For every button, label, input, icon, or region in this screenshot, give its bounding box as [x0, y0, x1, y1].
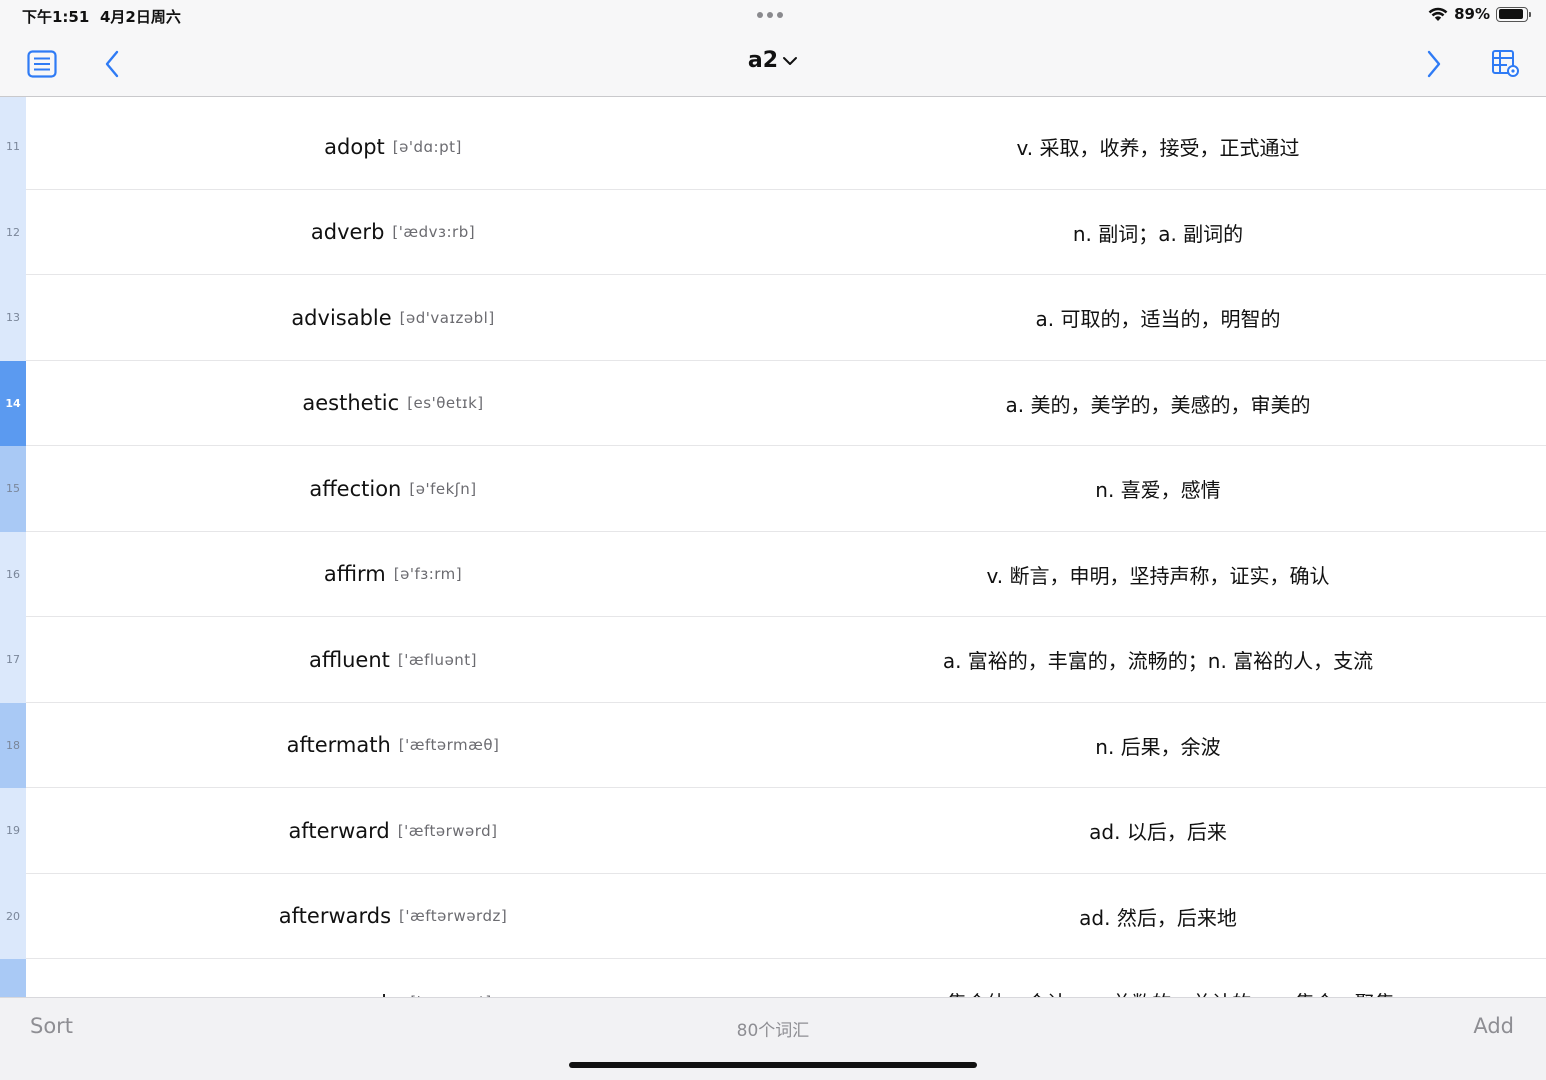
- phonetic-text: ['æfluənt]: [397, 650, 478, 669]
- word-cell[interactable]: aesthetic [es'θetɪk]: [26, 361, 760, 447]
- phonetic-text: [ə'fekʃn]: [409, 479, 477, 498]
- row-gutter: [0, 97, 26, 104]
- table-row[interactable]: 15 affection [ə'fekʃn] n. 喜爱，感情: [0, 446, 1546, 532]
- row-number: 15: [6, 482, 20, 496]
- definition-cell[interactable]: a. 富裕的，丰富的，流畅的；n. 富裕的人，支流: [770, 617, 1546, 703]
- status-date: 4月2日周六: [100, 8, 181, 26]
- definition-cell[interactable]: v. 采取，收养，接受，正式通过: [770, 104, 1546, 190]
- row-number: 19: [6, 824, 20, 838]
- bottom-toolbar: Sort 80个词汇 Add: [0, 997, 1546, 1080]
- word-count: 80个词汇: [736, 1021, 810, 1041]
- word-cell[interactable]: aftermath ['æftərmæθ]: [26, 703, 760, 789]
- row-number: 21: [0, 959, 26, 997]
- phonetic-text: ['æftərwərd]: [397, 821, 498, 840]
- nav-bar: a2: [0, 30, 1546, 97]
- multitasking-dots-icon[interactable]: [757, 8, 789, 22]
- phonetic-text: ['æftərwərdz]: [399, 907, 508, 926]
- phonetic-text: [əd'vaɪzəbl]: [399, 308, 495, 327]
- word-cell[interactable]: affluent ['æfluənt]: [26, 617, 760, 703]
- word-text: afterward: [288, 818, 390, 843]
- word-text: afterwards: [278, 904, 392, 929]
- status-time: 下午1:51: [22, 8, 90, 26]
- phonetic-text: [es'θetɪk]: [407, 394, 484, 413]
- word-cell[interactable]: affection [ə'fekʃn]: [26, 446, 760, 532]
- row-number: 12: [6, 225, 20, 239]
- battery-level: [1498, 9, 1523, 19]
- row-number: 20: [6, 909, 20, 923]
- word-cell[interactable]: afterward ['æftərwərd]: [26, 788, 760, 874]
- definition-cell[interactable]: n. 后果，余波: [770, 703, 1546, 789]
- row-number: 16: [6, 567, 20, 581]
- word-text: affection: [309, 476, 402, 501]
- row-number: 17: [6, 653, 20, 667]
- table-settings-icon: [1492, 50, 1519, 77]
- definition-cell[interactable]: n. 副词；a. 副词的: [770, 190, 1546, 276]
- word-cell[interactable]: aggregate['æɡrɪɡət]: [26, 959, 760, 997]
- word-cell[interactable]: adopt [ə'dɑ:pt]: [26, 104, 760, 190]
- table-row[interactable]: 13 advisable [əd'vaɪzəbl] a. 可取的，适当的，明智的: [0, 275, 1546, 361]
- table-row[interactable]: 19 afterward ['æftərwərd] ad. 以后，后来: [0, 788, 1546, 874]
- word-text: aggregate: [294, 990, 402, 997]
- word-text: aftermath: [286, 733, 391, 758]
- word-text: advisable: [291, 305, 392, 330]
- table-row[interactable]: 17 affluent ['æfluənt] a. 富裕的，丰富的，流畅的；n. 富裕…: [0, 617, 1546, 703]
- phonetic-text: [ə'dɑ:pt]: [392, 137, 462, 156]
- table-row[interactable]: 12 adverb ['ædvɜ:rb] n. 副词；a. 副词的: [0, 189, 1546, 276]
- forward-chevron-icon: [1427, 50, 1441, 78]
- table-settings-button[interactable]: [1486, 44, 1526, 84]
- definition-cell[interactable]: v. 断言，申明，坚持声称，证实，确认: [770, 532, 1546, 618]
- chevron-down-icon: [783, 57, 798, 65]
- table-row[interactable]: 16 affirm [ə'fɜ:rm] v. 断言，申明，坚持声称，证实，确认: [0, 531, 1546, 618]
- word-text: affirm: [323, 562, 386, 587]
- table-row[interactable]: 14 aesthetic [es'θetɪk] a. 美的，美学的，美感的，审美的: [0, 360, 1546, 447]
- word-cell[interactable]: affirm [ə'fɜ:rm]: [26, 532, 760, 618]
- battery-percent: 89%: [1454, 5, 1490, 23]
- status-right: 89%: [1428, 5, 1531, 23]
- add-button[interactable]: Add: [1473, 1014, 1514, 1038]
- home-indicator[interactable]: [569, 1062, 977, 1068]
- word-cell[interactable]: afterwards ['æftərwərdz]: [26, 874, 760, 960]
- row-number: 18: [6, 738, 20, 752]
- definition-cell[interactable]: a. 美的，美学的，美感的，审美的: [770, 361, 1546, 447]
- definition-cell[interactable]: ad. 以后，后来: [770, 788, 1546, 874]
- row-number: 14: [5, 396, 21, 410]
- sheet-title-dropdown[interactable]: a2: [0, 48, 1546, 73]
- word-text: adverb: [310, 220, 385, 245]
- battery-icon: [1496, 6, 1531, 22]
- phonetic-text: ['ædvɜ:rb]: [392, 223, 476, 242]
- word-table[interactable]: 11 adopt [ə'dɑ:pt] v. 采取，收养，接受，正式通过 12 adverb…: [0, 97, 1546, 997]
- table-row[interactable]: 18 aftermath ['æftərmæθ] n. 后果，余波: [0, 702, 1546, 789]
- word-text: affluent: [308, 647, 390, 672]
- definition-cell[interactable]: n. 集合体，合计；a. 总数的，总计的；v. 集合，聚集: [770, 959, 1546, 997]
- page-title: a2: [747, 48, 779, 73]
- definition-cell[interactable]: ad. 然后，后来地: [770, 874, 1546, 960]
- row-number: 11: [6, 140, 20, 154]
- word-text: adopt: [324, 134, 385, 159]
- phonetic-text: [ə'fɜ:rm]: [393, 565, 463, 584]
- forward-button[interactable]: [1414, 44, 1454, 84]
- table-row[interactable]: 21aggregate['æɡrɪɡət] n. 集合体，合计；a. 总数的，总计…: [0, 959, 1546, 997]
- definition-cell[interactable]: n. 喜爱，感情: [770, 446, 1546, 532]
- word-text: aesthetic: [302, 391, 400, 416]
- word-cell[interactable]: advisable [əd'vaɪzəbl]: [26, 275, 760, 361]
- table-row[interactable]: 20 afterwards ['æftərwərdz] ad. 然后，后来地: [0, 873, 1546, 960]
- word-cell[interactable]: adverb ['ædvɜ:rb]: [26, 190, 760, 276]
- table-row[interactable]: 11 adopt [ə'dɑ:pt] v. 采取，收养，接受，正式通过: [0, 104, 1546, 190]
- phonetic-text: ['æftərmæθ]: [398, 736, 500, 755]
- row-number: 13: [6, 311, 20, 325]
- wifi-icon: [1428, 7, 1448, 21]
- status-bar: 下午1:51 4月2日周六 89%: [0, 0, 1546, 30]
- definition-cell[interactable]: a. 可取的，适当的，明智的: [770, 275, 1546, 361]
